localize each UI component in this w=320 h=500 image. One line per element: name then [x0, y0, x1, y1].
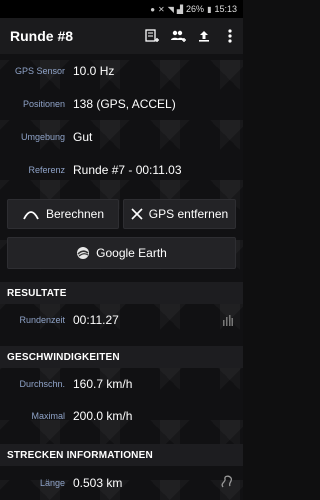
battery-level: 26%: [186, 4, 205, 14]
info-row-positionen: Positionen 138 (GPS, ACCEL): [0, 87, 243, 120]
add-group-icon: [171, 30, 186, 42]
upload-button[interactable]: [191, 23, 217, 49]
content: GPS Sensor 10.0 Hz Positionen 138 (GPS, …: [0, 54, 243, 186]
close-icon: [131, 208, 143, 220]
add-note-button[interactable]: [139, 23, 165, 49]
google-earth-icon: [77, 247, 90, 259]
rundenzeit-value: 00:11.27: [73, 313, 119, 327]
add-group-button[interactable]: [165, 23, 191, 49]
referenz-value: Runde #7 - 00:11.03: [73, 162, 182, 177]
section-geschwindigkeiten: GESCHWINDIGKEITEN: [0, 346, 243, 368]
wifi-icon: ◥: [167, 4, 174, 14]
google-earth-label: Google Earth: [96, 246, 167, 260]
info-row-referenz[interactable]: Referenz Runde #7 - 00:11.03: [0, 153, 243, 186]
referenz-label: Referenz: [28, 164, 65, 175]
gps-sensor-value: 10.0 Hz: [73, 63, 115, 78]
gps-sensor-label: GPS Sensor: [14, 65, 65, 76]
more-vert-icon: [228, 29, 232, 43]
status-bar: ● ✕ ◥ ▟ 26% ▮ 15:13: [0, 0, 243, 18]
gps-entfernen-label: GPS entfernen: [148, 207, 229, 221]
gps-entfernen-button[interactable]: GPS entfernen: [123, 199, 236, 229]
umgebung-label: Umgebung: [20, 131, 65, 142]
app-bar: Runde #8: [0, 18, 243, 54]
sector-bars-icon: [223, 315, 233, 326]
rundenzeit-row[interactable]: Rundenzeit 00:11.27: [0, 305, 243, 335]
track-icon: [221, 475, 233, 488]
umgebung-value: Gut: [73, 129, 93, 144]
durchschn-value: 160.7 km/h: [73, 377, 133, 391]
positionen-label: Positionen: [22, 98, 65, 109]
google-earth-button[interactable]: Google Earth: [7, 237, 236, 269]
section-strecken-title: STRECKEN INFORMATIONEN: [7, 449, 153, 461]
mute-icon: ✕: [158, 4, 165, 14]
battery-icon: ▮: [207, 4, 212, 14]
laenge-row: Länge 0.503 km: [0, 468, 243, 498]
laenge-value: 0.503 km: [73, 476, 123, 490]
signal-icon: ▟: [176, 4, 184, 14]
durchschn-label: Durchschn.: [19, 379, 65, 389]
upload-icon: [199, 31, 209, 42]
maximal-label: Maximal: [31, 411, 65, 421]
section-strecken: STRECKEN INFORMATIONEN: [0, 444, 243, 466]
page-title: Runde #8: [10, 28, 74, 44]
calculate-curve-icon: [23, 211, 39, 220]
laenge-label: Länge: [39, 478, 65, 488]
add-note-icon: [145, 29, 159, 42]
durchschn-row: Durchschn. 160.7 km/h: [0, 369, 243, 399]
info-row-umgebung: Umgebung Gut: [0, 120, 243, 153]
info-row-gps-sensor: GPS Sensor 10.0 Hz: [0, 54, 243, 87]
positionen-value: 138 (GPS, ACCEL): [73, 96, 176, 111]
maximal-value: 200.0 km/h: [73, 409, 133, 423]
berechnen-label: Berechnen: [45, 207, 105, 221]
maximal-row: Maximal 200.0 km/h: [0, 401, 243, 431]
section-resultate: RESULTATE: [0, 282, 243, 304]
berechnen-button[interactable]: Berechnen: [7, 199, 119, 229]
section-geschwindigkeiten-title: GESCHWINDIGKEITEN: [7, 351, 120, 363]
clock: 15:13: [214, 4, 237, 14]
location-icon: ●: [150, 4, 156, 14]
overflow-menu-button[interactable]: [217, 23, 243, 49]
section-resultate-title: RESULTATE: [7, 287, 67, 299]
rundenzeit-label: Rundenzeit: [19, 315, 65, 325]
